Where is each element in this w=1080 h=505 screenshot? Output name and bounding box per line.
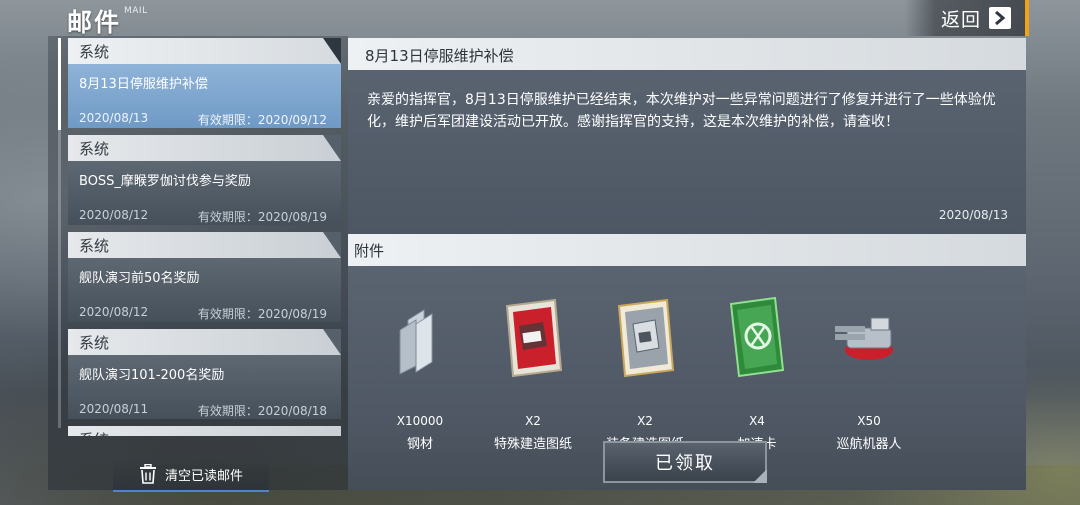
- back-accent: [1025, 0, 1029, 36]
- mail-expiry: 有效期限：2020/08/18: [197, 404, 327, 418]
- mail-category: 系统: [79, 429, 109, 436]
- mail-subject: 舰队演习前50名奖励: [79, 271, 200, 286]
- mail-date: 2020/08/11: [79, 402, 149, 416]
- mail-subject: 舰队演习101-200名奖励: [79, 368, 225, 383]
- attachment-qty: X2: [637, 414, 653, 428]
- attachment-name: 巡航机器人: [836, 437, 902, 452]
- mail-item[interactable]: 系统 舰队演习101-200名奖励 2020/08/11 有效期限：2020/0…: [68, 329, 341, 419]
- mail-item-header: 系统: [68, 426, 341, 436]
- detail-title-bar: 8月13日停服维护补偿: [348, 38, 1026, 70]
- mail-item[interactable]: 系统 BOSS_摩睺罗伽讨伐参与奖励 2020/08/12 有效期限：2020/…: [68, 135, 341, 225]
- mail-item-header: 系统: [68, 135, 341, 161]
- mail-expiry: 有效期限：2020/08/19: [197, 210, 327, 224]
- special-blueprint-icon: [505, 298, 563, 378]
- detail-title: 8月13日停服维护补偿: [365, 47, 514, 65]
- mail-item-body: 8月13日停服维护补偿 2020/08/13 有效期限：2020/09/12: [68, 64, 341, 128]
- mail-date: 2020/08/12: [79, 208, 149, 222]
- mail-expiry: 有效期限：2020/09/12: [197, 113, 327, 127]
- attachments-label: 附件: [354, 242, 385, 260]
- mail-category: 系统: [79, 140, 110, 158]
- attachment-name: 特殊建造图纸: [493, 437, 572, 452]
- corner-decoration: [323, 38, 341, 64]
- attachments-header: 附件: [348, 234, 1026, 266]
- mail-item[interactable]: 系统 舰队演习前50名奖励 2020/08/12 有效期限：2020/08/19: [68, 232, 341, 322]
- mail-item-body: 舰队演习前50名奖励 2020/08/12 有效期限：2020/08/19: [68, 258, 341, 322]
- back-label: 返回: [940, 8, 981, 31]
- mail-subject: BOSS_摩睺罗伽讨伐参与奖励: [79, 174, 251, 189]
- mail-list-scroll-thumb[interactable]: [58, 38, 61, 130]
- back-button[interactable]: 返回: [905, 0, 1025, 36]
- steel-icon: [399, 309, 433, 375]
- claim-button[interactable]: 已领取: [603, 441, 767, 483]
- mail-item-body: BOSS_摩睺罗伽讨伐参与奖励 2020/08/12 有效期限：2020/08/…: [68, 161, 341, 225]
- corner-decoration: [323, 329, 341, 355]
- corner-decoration: [323, 135, 341, 161]
- mail-date: 2020/08/12: [79, 305, 149, 319]
- attachment-item[interactable]: X10000 钢材: [365, 296, 475, 456]
- chevron-right-icon: [989, 7, 1011, 29]
- attachment-name: 钢材: [406, 437, 433, 452]
- mail-expiry: 有效期限：2020/08/19: [197, 307, 327, 321]
- mail-item-selected[interactable]: 系统 8月13日停服维护补偿 2020/08/13 有效期限：2020/09/1…: [68, 38, 341, 128]
- page-title: 邮件: [67, 8, 122, 37]
- speedup-card-icon: [729, 296, 785, 378]
- mail-item[interactable]: 系统: [68, 426, 341, 436]
- mail-category: 系统: [79, 43, 110, 61]
- mail-category: 系统: [79, 237, 110, 255]
- corner-decoration: [323, 232, 341, 258]
- mail-date: 2020/08/13: [79, 111, 149, 125]
- clear-read-label: 清空已读邮件: [164, 468, 243, 484]
- mail-item-header: 系统: [68, 38, 341, 64]
- attachment-qty: X4: [749, 414, 765, 428]
- mail-detail-panel: 8月13日停服维护补偿 亲爱的指挥官，8月13日停服维护已经结束，本次维护对一些…: [348, 38, 1026, 490]
- mail-item-header: 系统: [68, 232, 341, 258]
- equipment-blueprint-icon: [617, 298, 675, 378]
- detail-date: 2020/08/13: [938, 208, 1008, 222]
- corner-decoration: [753, 469, 767, 483]
- mail-item-body: 舰队演习101-200名奖励 2020/08/11 有效期限：2020/08/1…: [68, 355, 341, 419]
- attachment-item[interactable]: X4 加速卡: [702, 296, 812, 456]
- mail-category: 系统: [79, 334, 110, 352]
- attachment-qty: X50: [857, 414, 881, 428]
- attachment-qty: X2: [525, 414, 541, 428]
- claim-label: 已领取: [655, 453, 715, 474]
- mail-subject: 8月13日停服维护补偿: [79, 77, 208, 92]
- attachment-item[interactable]: X2 装备建造图纸: [590, 296, 700, 456]
- cruise-robot-icon: [835, 317, 893, 360]
- attachment-item[interactable]: X50 巡航机器人: [814, 296, 924, 456]
- mail-item-header: 系统: [68, 329, 341, 355]
- attachment-item[interactable]: X2 特殊建造图纸: [478, 296, 588, 456]
- attachment-qty: X10000: [396, 414, 444, 428]
- trash-icon: [139, 464, 156, 484]
- detail-body: 亲爱的指挥官，8月13日停服维护已经结束，本次维护对一些异常问题进行了修复并进行…: [348, 70, 1026, 234]
- page-subtitle: MAIL: [124, 6, 148, 16]
- clear-read-button[interactable]: 清空已读邮件: [113, 458, 269, 492]
- detail-message: 亲爱的指挥官，8月13日停服维护已经结束，本次维护对一些异常问题进行了修复并进行…: [367, 92, 996, 130]
